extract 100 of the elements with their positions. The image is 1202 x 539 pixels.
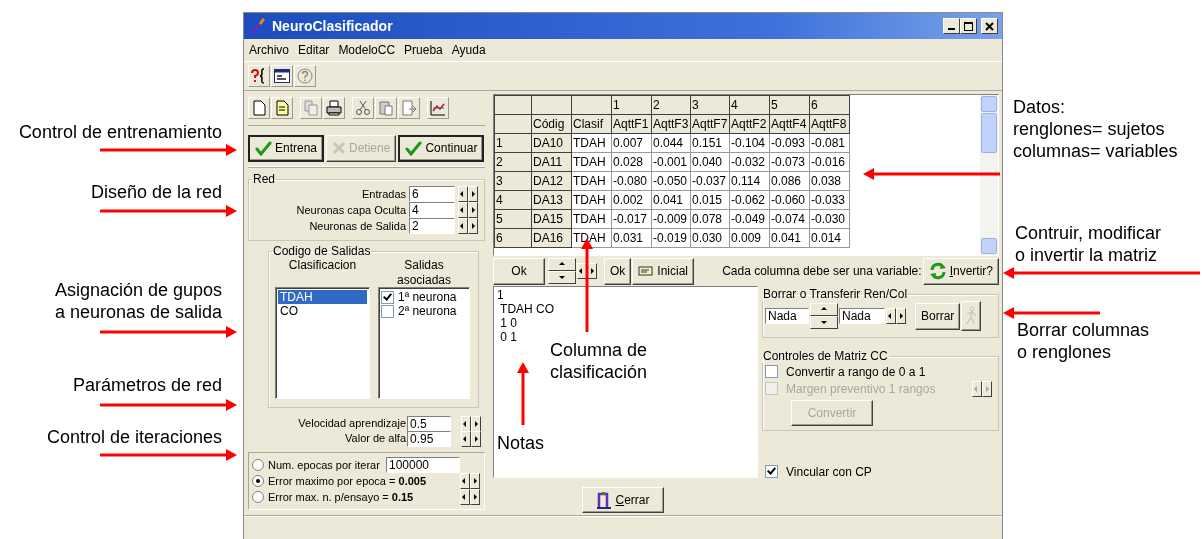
paste-button[interactable]: [375, 97, 397, 119]
group-title: Red: [252, 173, 276, 187]
input-field[interactable]: Nada: [765, 308, 809, 325]
checkbox[interactable]: [381, 290, 394, 304]
table-cell: -0.030: [809, 209, 850, 229]
column-number: 6: [809, 95, 850, 115]
list-item[interactable]: TDAH: [278, 290, 367, 305]
left-arrow-button[interactable]: [458, 186, 468, 203]
input-field[interactable]: 100000: [386, 457, 460, 474]
ok-button[interactable]: Ok: [604, 257, 632, 285]
reset-button[interactable]: Inicial: [632, 257, 695, 285]
right-arrow-button[interactable]: [471, 415, 481, 432]
down-arrow-button[interactable]: [810, 316, 838, 330]
document-icon: [274, 100, 290, 116]
help-context-button[interactable]: [248, 65, 270, 87]
right-arrow-button[interactable]: [587, 263, 597, 279]
left-arrow-button[interactable]: [460, 473, 470, 490]
right-arrow-button[interactable]: [468, 202, 478, 219]
left-arrow-button[interactable]: [458, 218, 468, 235]
right-arrow-button[interactable]: [468, 218, 478, 235]
left-arrow-button[interactable]: [577, 263, 587, 279]
radio-button[interactable]: [252, 475, 264, 488]
list-item[interactable]: CO: [278, 304, 367, 319]
table-cell: -0.093: [769, 133, 810, 153]
training-button[interactable]: Continuar: [398, 134, 485, 162]
documents-icon: [303, 100, 319, 116]
menu-item[interactable]: ModeloCC: [338, 42, 396, 58]
menu-item[interactable]: Ayuda: [451, 42, 486, 58]
menu-item[interactable]: Prueba: [404, 42, 443, 58]
left-arrow-button[interactable]: [461, 415, 471, 432]
table-cell: 0.114: [729, 171, 770, 191]
table-cell: -0.050: [651, 171, 691, 191]
minimize-button[interactable]: [943, 18, 960, 34]
print-button[interactable]: [323, 97, 345, 119]
close-window-button[interactable]: Cerrar: [582, 487, 664, 513]
chart-button[interactable]: [427, 97, 449, 119]
open-document-button[interactable]: [271, 97, 293, 119]
input-field[interactable]: 4: [409, 202, 455, 219]
cut-button[interactable]: [352, 97, 374, 119]
column-header: Salidas asociadas: [395, 258, 452, 288]
table-cell: TDAH: [571, 171, 612, 191]
option-label: Error maximo por epoca = 0.005: [268, 474, 427, 488]
up-arrow-button[interactable]: [548, 258, 576, 271]
right-arrow-button[interactable]: [470, 489, 480, 506]
radio-button[interactable]: [252, 459, 264, 472]
menu-item[interactable]: Editar: [298, 42, 330, 58]
form-view-button[interactable]: [271, 65, 293, 87]
table-cell: -0.049: [729, 209, 770, 229]
table-cell: TDAH: [571, 133, 612, 153]
right-arrow-button[interactable]: [468, 186, 478, 203]
checkbox[interactable]: [765, 465, 778, 479]
field-label: Entradas: [361, 187, 406, 201]
annotation: Datos: renglones= sujetos columnas= variables: [1013, 96, 1178, 162]
ok-button[interactable]: Ok: [493, 257, 545, 285]
group-title: Codigo de Salidas: [272, 245, 372, 259]
refresh-icon: [928, 262, 947, 280]
left-arrow-button[interactable]: [461, 430, 471, 447]
left-arrow-button[interactable]: [886, 308, 896, 325]
maximize-button[interactable]: [960, 18, 977, 34]
column-number: 5: [769, 95, 810, 115]
page-arrow-icon: [401, 100, 417, 116]
left-arrow-button[interactable]: [460, 489, 470, 506]
table-cell: 0.040: [690, 152, 730, 172]
scrollbar[interactable]: [980, 95, 998, 255]
close-button[interactable]: [981, 18, 998, 34]
table-cell: 0.028: [611, 152, 652, 172]
export-button[interactable]: [398, 97, 420, 119]
annotation: Contruir, modificar o invertir la matriz: [1015, 222, 1162, 266]
left-arrow-button[interactable]: [458, 202, 468, 219]
checkbox-label: Margen preventivo 1 rangos: [786, 381, 936, 397]
right-arrow-button[interactable]: [470, 473, 480, 490]
table-cell: -0.032: [729, 152, 770, 172]
right-arrow-button[interactable]: [896, 308, 906, 325]
check-icon: [405, 140, 423, 156]
menu-item[interactable]: Archivo: [249, 42, 289, 58]
annotation: Notas: [497, 432, 545, 454]
right-arrow-button[interactable]: [471, 430, 481, 447]
training-button[interactable]: Entrena: [248, 134, 325, 162]
printer-icon: [326, 100, 342, 116]
delete-button[interactable]: Borrar: [915, 302, 961, 330]
table-cell: TDAH: [571, 152, 612, 172]
input-field[interactable]: Nada: [839, 308, 885, 325]
down-arrow-button[interactable]: [548, 271, 576, 284]
checkbox[interactable]: [765, 365, 778, 379]
new-file-button[interactable]: [248, 97, 270, 119]
invert-button[interactable]: Invertir?: [922, 257, 999, 285]
class-list[interactable]: TDAH CO: [275, 287, 370, 400]
field-label: Valor de alfa: [345, 432, 406, 446]
table-cell: -0.080: [611, 171, 652, 191]
table-cell: 0.031: [611, 228, 652, 248]
input-field[interactable]: 0.5: [407, 415, 451, 432]
help-icon: [297, 68, 313, 84]
table-cell: 0.041: [651, 190, 691, 210]
checkbox[interactable]: [381, 304, 394, 318]
radio-button[interactable]: [252, 491, 264, 504]
arrow: [517, 362, 529, 425]
input-field[interactable]: 2: [409, 218, 455, 235]
input-field[interactable]: 6: [409, 186, 455, 203]
group-title: Controles de Matriz CC: [762, 350, 889, 364]
up-arrow-button[interactable]: [810, 303, 838, 317]
